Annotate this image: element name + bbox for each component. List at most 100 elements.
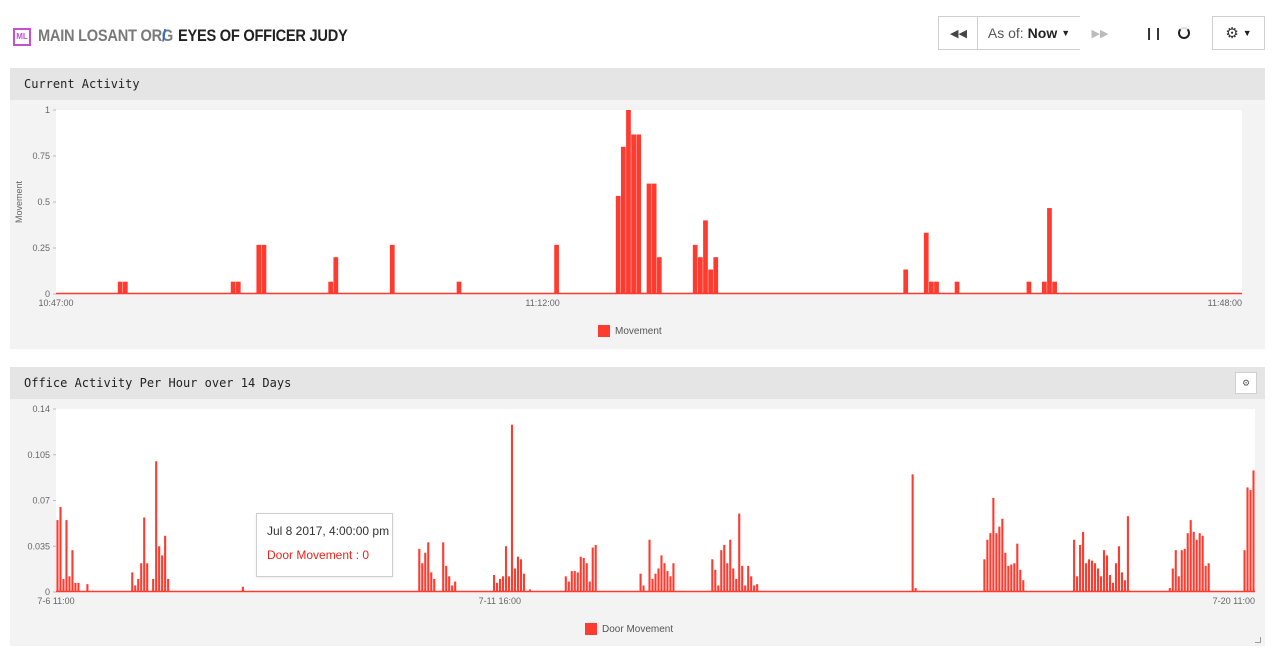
bar[interactable] (648, 539, 651, 592)
bar[interactable] (983, 559, 986, 592)
bar[interactable] (433, 578, 436, 592)
bar[interactable] (522, 573, 525, 592)
bar[interactable] (723, 544, 726, 592)
bar[interactable] (657, 568, 660, 592)
bar[interactable] (516, 556, 520, 592)
bar[interactable] (442, 542, 445, 592)
bar[interactable] (735, 578, 738, 592)
bar[interactable] (995, 533, 998, 592)
bar[interactable] (117, 281, 123, 294)
bar[interactable] (448, 576, 451, 592)
bar[interactable] (1192, 531, 1195, 592)
bar[interactable] (495, 582, 499, 592)
bar[interactable] (911, 474, 914, 592)
bar[interactable] (582, 558, 585, 592)
bar[interactable] (986, 539, 989, 592)
bar[interactable] (519, 559, 522, 592)
bar[interactable] (579, 556, 582, 592)
bar[interactable] (122, 281, 128, 294)
bar[interactable] (564, 576, 567, 592)
bar[interactable] (554, 244, 559, 294)
bar[interactable] (235, 281, 241, 294)
bar[interactable] (507, 576, 511, 592)
bar[interactable] (1019, 569, 1022, 592)
bar[interactable] (1099, 576, 1103, 592)
bar[interactable] (646, 183, 652, 294)
bar[interactable] (651, 578, 654, 592)
bar[interactable] (663, 563, 666, 592)
bar[interactable] (726, 563, 729, 592)
bar[interactable] (750, 576, 753, 592)
bar[interactable] (954, 281, 960, 294)
bar[interactable] (1180, 550, 1183, 592)
bar[interactable] (1114, 563, 1118, 592)
bar[interactable] (164, 535, 167, 592)
bar[interactable] (639, 573, 642, 592)
bar[interactable] (56, 520, 59, 592)
bar[interactable] (230, 281, 236, 294)
bar[interactable] (1201, 535, 1204, 592)
fast-forward-button[interactable]: ▶▶ (1080, 16, 1120, 50)
bar[interactable] (666, 571, 669, 592)
bar[interactable] (654, 573, 657, 592)
settings-button[interactable]: ⚙ ▼ (1212, 16, 1265, 50)
bar[interactable] (418, 548, 421, 592)
bar[interactable] (591, 547, 594, 592)
bar[interactable] (1102, 550, 1106, 592)
bar[interactable] (620, 146, 626, 294)
bar[interactable] (651, 183, 657, 294)
bar[interactable] (1126, 516, 1129, 592)
panel-settings-button[interactable]: ⚙ (1235, 372, 1257, 394)
bar[interactable] (998, 526, 1001, 592)
bar[interactable] (747, 565, 750, 592)
bar[interactable] (1082, 531, 1085, 592)
bar[interactable] (1123, 580, 1126, 592)
bar[interactable] (992, 497, 995, 592)
bar[interactable] (1198, 533, 1201, 592)
bar[interactable] (703, 220, 708, 294)
bar[interactable] (445, 565, 448, 592)
bar[interactable] (65, 520, 68, 592)
bar[interactable] (421, 563, 424, 592)
bar[interactable] (1016, 543, 1019, 592)
bar[interactable] (427, 542, 430, 592)
org-logo[interactable]: ML (13, 28, 31, 46)
as-of-dropdown[interactable]: As of: Now ▼ (977, 16, 1081, 50)
bar[interactable] (1105, 555, 1109, 592)
bar[interactable] (720, 550, 723, 592)
bar[interactable] (672, 563, 675, 592)
bar[interactable] (492, 575, 496, 592)
bar[interactable] (146, 563, 149, 592)
bar[interactable] (989, 533, 992, 592)
pause-button[interactable]: ❙❙ (1144, 26, 1163, 40)
bar[interactable] (1111, 582, 1115, 592)
bar[interactable] (1041, 281, 1047, 294)
bar[interactable] (923, 232, 929, 294)
bar[interactable] (660, 555, 663, 592)
bar[interactable] (626, 110, 631, 294)
bar[interactable] (140, 563, 143, 592)
bar[interactable] (131, 572, 134, 592)
bar[interactable] (77, 582, 80, 592)
bar[interactable] (161, 555, 164, 592)
bar[interactable] (594, 544, 597, 592)
bar[interactable] (1085, 563, 1088, 592)
breadcrumb-org[interactable]: MAIN LOSANT ORG (38, 26, 173, 46)
bar[interactable] (692, 244, 698, 294)
bar[interactable] (1001, 518, 1004, 592)
bar[interactable] (504, 546, 508, 592)
bar[interactable] (424, 552, 427, 592)
bar[interactable] (155, 461, 158, 592)
bar[interactable] (501, 576, 505, 592)
bar[interactable] (1096, 568, 1100, 592)
chart-legend[interactable]: Movement (598, 325, 662, 337)
bar[interactable] (71, 550, 74, 592)
bar[interactable] (903, 269, 909, 294)
bar[interactable] (1177, 576, 1180, 592)
bar[interactable] (934, 281, 939, 294)
bar[interactable] (1195, 539, 1198, 592)
bar[interactable] (430, 572, 433, 592)
bar[interactable] (1243, 550, 1246, 592)
bar[interactable] (510, 424, 514, 592)
bar[interactable] (708, 269, 713, 294)
